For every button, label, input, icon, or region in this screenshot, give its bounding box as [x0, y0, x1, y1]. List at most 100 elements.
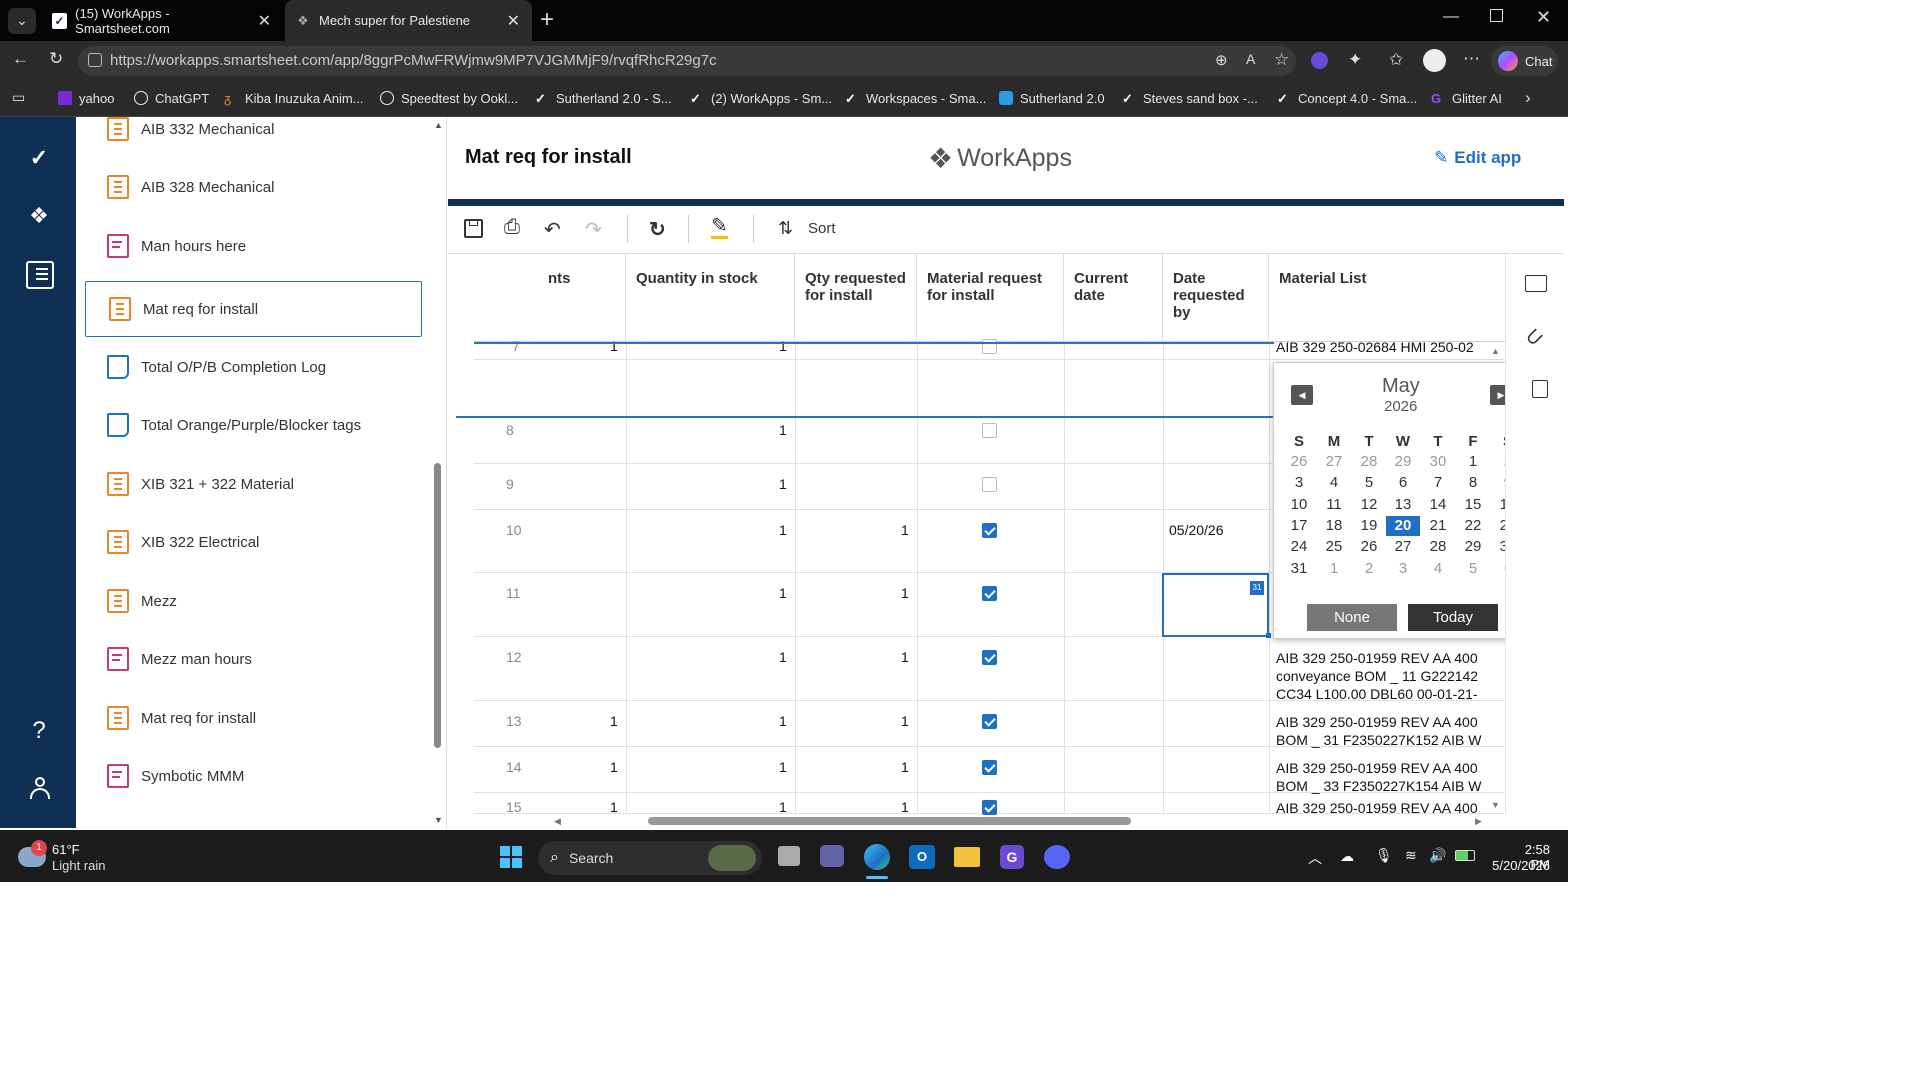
highlight-icon[interactable]: ✎	[711, 216, 728, 239]
calendar-day[interactable]: 22	[1456, 516, 1490, 536]
copilot-chat-button[interactable]: Chat	[1491, 46, 1558, 76]
calendar-day[interactable]: 26	[1282, 452, 1316, 472]
attachment-icon[interactable]: ⊂	[1519, 321, 1550, 352]
calendar-day[interactable]: 28	[1352, 452, 1386, 472]
panel-item[interactable]: Mezz	[76, 573, 426, 629]
panel-item[interactable]: XIB 321 + 322 Material	[76, 456, 426, 512]
material-request-checkbox[interactable]	[982, 423, 997, 438]
cell-nts[interactable]: 1	[610, 759, 618, 775]
cell-quantity-in-stock[interactable]: 1	[779, 522, 787, 538]
calendar-day[interactable]: 1	[1456, 452, 1490, 472]
calendar-day[interactable]: 3	[1386, 559, 1420, 579]
material-request-checkbox[interactable]	[982, 523, 997, 538]
col-header-current-date[interactable]: Current date	[1064, 254, 1163, 342]
battery-icon[interactable]	[1455, 850, 1475, 861]
edit-app-button[interactable]: ✎ Edit app	[1434, 148, 1521, 168]
cell-material-list-line[interactable]: AIB 329 250-01959 REV AA 400	[1276, 713, 1488, 731]
calendar-day[interactable]: 25	[1317, 537, 1351, 557]
zoom-icon[interactable]: ⊕	[1215, 51, 1228, 69]
favorite-star-icon[interactable]: ☆	[1274, 50, 1289, 70]
calendar-day[interactable]: 2	[1352, 559, 1386, 579]
cell-qty-requested[interactable]: 1	[901, 713, 909, 729]
col-header-material-list[interactable]: Material List	[1269, 254, 1505, 342]
microphone-icon[interactable]: 🎙	[1375, 847, 1393, 864]
back-arrow-icon[interactable]: ←	[12, 49, 29, 69]
calendar-day[interactable]: 7	[1421, 473, 1455, 493]
window-close-icon[interactable]: ✕	[1536, 7, 1551, 28]
scroll-down-arrow-icon[interactable]: ▼	[434, 815, 443, 825]
cell-nts[interactable]: 1	[610, 713, 618, 729]
favorites-icon[interactable]: ✩	[1389, 50, 1403, 70]
taskbar-search-box[interactable]: ⌕ Search	[538, 841, 762, 875]
scroll-up-arrow-icon[interactable]: ▲	[434, 120, 443, 130]
calendar-day[interactable]: 15	[1456, 495, 1490, 515]
none-button[interactable]: None	[1307, 604, 1397, 631]
material-request-checkbox[interactable]	[982, 714, 997, 729]
calendar-day[interactable]: 8	[1456, 473, 1490, 493]
new-tab-icon[interactable]: +	[540, 6, 554, 34]
maximize-icon[interactable]	[1490, 9, 1503, 22]
tab-close-icon[interactable]: ✕	[507, 11, 520, 31]
cell-quantity-in-stock[interactable]: 1	[779, 713, 787, 729]
bookmark-sutherland[interactable]: ✓ Sutherland 2.0 - S...	[535, 88, 672, 108]
panel-item[interactable]: Man hours here	[76, 218, 426, 274]
col-header-quantity-in-stock[interactable]: Quantity in stock	[626, 254, 795, 342]
sort-button[interactable]: Sort	[808, 220, 836, 237]
pages-icon[interactable]	[26, 261, 54, 289]
bookmarks-toggle-icon[interactable]: ▭	[12, 89, 25, 106]
panel-item[interactable]: AIB 328 Mechanical	[76, 159, 426, 215]
onedrive-icon[interactable]: ☁	[1340, 848, 1354, 865]
cell-quantity-in-stock[interactable]: 1	[779, 422, 787, 438]
calendar-day[interactable]: 1	[1317, 559, 1351, 579]
col-header-qty-requested[interactable]: Qty requested for install	[795, 254, 917, 342]
help-icon[interactable]: ?	[25, 717, 53, 745]
cell-qty-requested[interactable]: 1	[901, 759, 909, 775]
cell-material-list-line[interactable]: AIB 329 250-02684 HMI 250-02	[1276, 338, 1488, 356]
cell-quantity-in-stock[interactable]: 1	[779, 799, 787, 815]
panel-item[interactable]: Mat req for install	[85, 281, 422, 337]
calendar-day[interactable]: 17	[1282, 516, 1316, 536]
vscroll-down-icon[interactable]: ▼	[1491, 800, 1500, 810]
calendar-day[interactable]: 3	[1282, 473, 1316, 493]
save-icon[interactable]	[464, 219, 483, 238]
selected-day[interactable]: 20	[1386, 515, 1420, 536]
cell-quantity-in-stock[interactable]: 1	[779, 759, 787, 775]
calendar-day[interactable]: 4	[1421, 559, 1455, 579]
material-request-checkbox[interactable]	[982, 477, 997, 492]
calendar-day[interactable]: 26	[1352, 537, 1386, 557]
calendar-day[interactable]: 4	[1317, 473, 1351, 493]
cell-qty-requested[interactable]: 1	[901, 522, 909, 538]
print-icon[interactable]: ⎙	[504, 216, 520, 239]
edge-icon[interactable]	[864, 844, 890, 870]
cell-material-list-line[interactable]: AIB 329 250-01959 REV AA 400	[1276, 759, 1488, 777]
calendar-day[interactable]: 31	[1282, 559, 1316, 579]
calendar-day[interactable]: 18	[1317, 516, 1351, 536]
read-aloud-icon[interactable]: A	[1246, 51, 1255, 67]
proofing-icon[interactable]	[1532, 380, 1548, 398]
panel-item[interactable]: AIB 332 Mechanical	[76, 101, 426, 157]
panel-item[interactable]: XIB 322 Electrical	[76, 514, 426, 570]
volume-icon[interactable]: 🔊	[1429, 847, 1446, 864]
cell-material-list-line[interactable]: AIB 329 250-01959 REV AA 400	[1276, 799, 1488, 817]
material-request-checkbox[interactable]	[982, 800, 997, 815]
clock-date[interactable]: 5/20/2026	[1482, 858, 1550, 873]
bookmark-concept[interactable]: ✓ Concept 4.0 - Sma...	[1277, 88, 1417, 108]
sort-icon[interactable]: ⇅	[778, 218, 793, 239]
site-info-icon[interactable]	[88, 53, 102, 67]
smartsheet-logo-icon[interactable]: ✓	[25, 145, 53, 173]
bookmark-steves[interactable]: ✓ Steves sand box -...	[1122, 88, 1258, 108]
calendar-day[interactable]: 27	[1317, 452, 1351, 472]
calendar-day[interactable]: 29	[1456, 537, 1490, 557]
calendar-day[interactable]: 24	[1282, 537, 1316, 557]
undo-icon[interactable]: ↶	[544, 217, 561, 242]
material-request-checkbox[interactable]	[982, 586, 997, 601]
fill-handle[interactable]	[1266, 633, 1271, 638]
calendar-day[interactable]: 10	[1282, 495, 1316, 515]
bookmark-sutherland-2[interactable]: Sutherland 2.0	[999, 88, 1105, 108]
vscroll-up-icon[interactable]: ▲	[1491, 346, 1500, 356]
calendar-day[interactable]: 29	[1386, 452, 1420, 472]
reload-icon[interactable]: ↻	[49, 49, 63, 69]
account-icon[interactable]	[29, 777, 51, 799]
calendar-day[interactable]: 30	[1421, 452, 1455, 472]
comments-icon[interactable]	[1525, 275, 1547, 292]
